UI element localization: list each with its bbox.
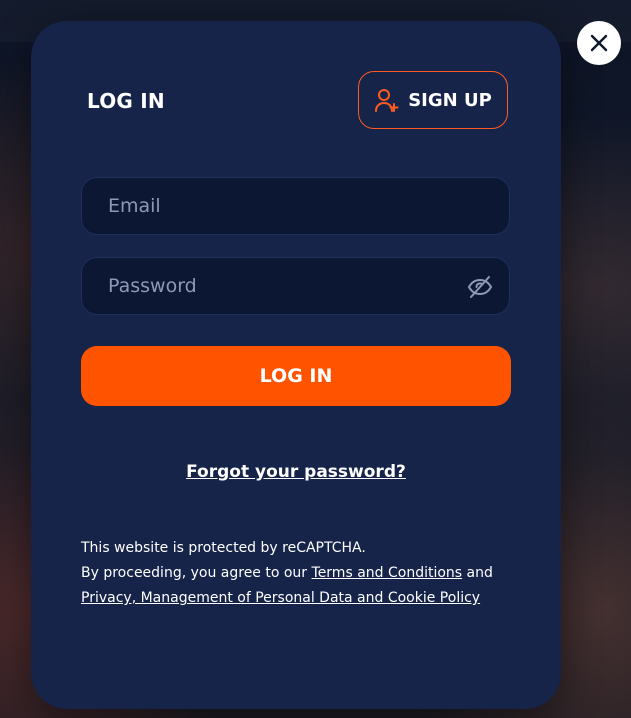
email-input[interactable]: [82, 178, 509, 234]
terms-link[interactable]: Terms and Conditions: [312, 565, 463, 581]
user-plus-icon: [374, 87, 400, 113]
agreement-conjunction: and: [462, 565, 493, 581]
login-modal: LOG IN SIGN UP LOG IN Forgot your passwo…: [31, 21, 561, 709]
password-field[interactable]: [81, 257, 510, 315]
agreement-prefix: By proceeding, you agree to our: [81, 565, 312, 581]
legal-text: This website is protected by reCAPTCHA. …: [81, 536, 521, 611]
eye-off-icon[interactable]: [467, 274, 493, 300]
sign-up-label: SIGN UP: [408, 89, 492, 111]
privacy-policy-link[interactable]: Privacy, Management of Personal Data and…: [81, 590, 480, 606]
close-button[interactable]: [577, 21, 621, 65]
forgot-password-link[interactable]: Forgot your password?: [31, 462, 561, 482]
email-field[interactable]: [81, 177, 510, 235]
agreement-line: By proceeding, you agree to our Terms an…: [81, 561, 521, 586]
sign-up-button[interactable]: SIGN UP: [358, 71, 508, 129]
modal-title: LOG IN: [87, 89, 165, 113]
password-input[interactable]: [82, 258, 509, 314]
recaptcha-notice: This website is protected by reCAPTCHA.: [81, 540, 366, 556]
login-button[interactable]: LOG IN: [81, 346, 511, 406]
close-icon: [588, 32, 610, 54]
